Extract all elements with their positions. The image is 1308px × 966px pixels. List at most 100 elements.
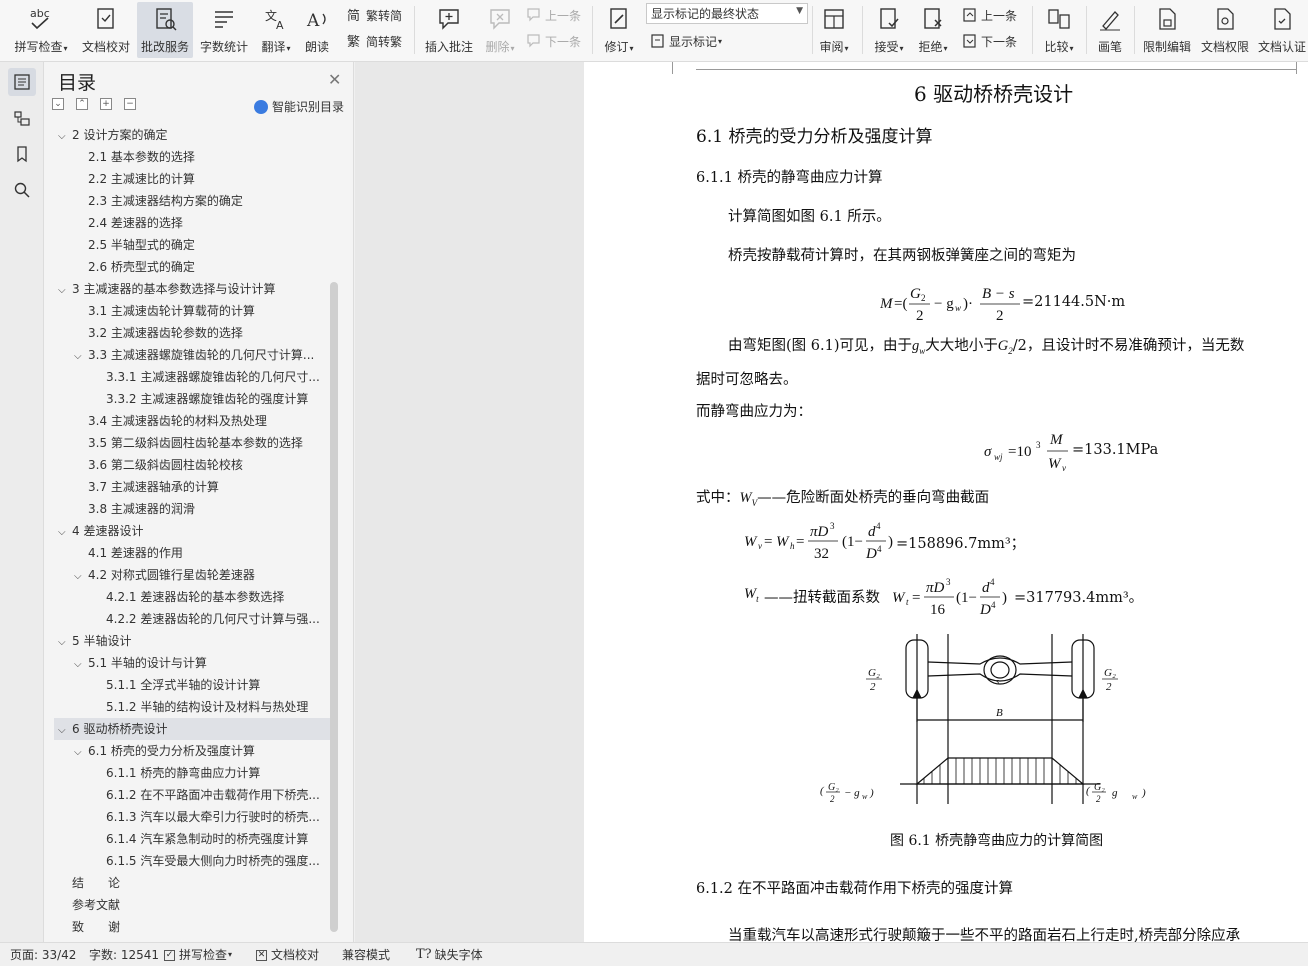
toc-item[interactable]: 2.3 主减速器结构方案的确定 — [74, 190, 330, 212]
svg-text:16: 16 — [930, 602, 946, 618]
track-changes-button[interactable]: 修订▾ — [598, 2, 640, 58]
review-service-button[interactable]: 批改服务 — [137, 2, 193, 58]
word-count-button[interactable]: 字数统计 — [198, 2, 250, 58]
toc-item[interactable]: 2.2 主减速比的计算 — [74, 168, 330, 190]
word-count-indicator[interactable]: 字数: 12541 — [89, 946, 159, 964]
svg-text:(1−: (1− — [956, 590, 977, 606]
toc-item-label: 3.3 主减速器螺旋锥齿轮的几何尺寸计算... — [88, 348, 315, 362]
chevron-down-icon[interactable]: ⌵ — [58, 632, 72, 652]
toc-item[interactable]: 3.4 主减速器齿轮的材料及热处理 — [74, 410, 330, 432]
toc-item[interactable]: 6.1.1 桥壳的静弯曲应力计算 — [92, 762, 330, 784]
toc-item[interactable]: 6.1.4 汽车紧急制动时的桥壳强度计算 — [92, 828, 330, 850]
toc-item[interactable]: ⌵ 4.2 对称式圆锥行星齿轮差速器 — [74, 564, 330, 586]
paragraph: 桥壳按静载荷计算时，在其两钢板弹簧座之间的弯矩为 — [728, 248, 1076, 264]
missing-font-button[interactable]: T? 缺失字体 — [416, 946, 483, 964]
chevron-down-icon[interactable]: ⌵ — [74, 654, 88, 674]
spell-check-button[interactable]: abc 拼写检查▾ — [10, 2, 72, 58]
expand-all-icon[interactable]: ⌃ — [76, 98, 88, 110]
search-icon[interactable] — [8, 176, 36, 204]
toc-item[interactable]: ⌵ 3 主减速器的基本参数选择与设计计算 — [58, 278, 330, 300]
remove-item-icon[interactable]: − — [124, 98, 136, 110]
chevron-down-icon[interactable]: ⌵ — [58, 280, 72, 300]
close-icon[interactable]: ✕ — [328, 70, 341, 89]
toc-item[interactable]: 6.1.5 汽车受最大侧向力时桥壳的强度... — [92, 850, 330, 872]
accept-button[interactable]: 接受▾ — [870, 2, 908, 58]
next-comment-button[interactable]: 下一条 — [526, 30, 581, 52]
toc-item[interactable]: ⌵ 2 设计方案的确定 — [58, 124, 330, 146]
add-item-icon[interactable]: + — [100, 98, 112, 110]
chevron-down-icon[interactable]: ⌵ — [58, 126, 72, 146]
chevron-down-icon[interactable]: ⌵ — [74, 742, 88, 762]
chevron-down-icon[interactable]: ⌵ — [74, 566, 88, 586]
toc-item[interactable]: 致 谢 — [58, 916, 330, 938]
smart-toc-button[interactable]: 智能识别目录 — [254, 98, 344, 115]
svg-text:πD: πD — [810, 524, 829, 540]
chevron-down-icon[interactable]: ⌵ — [58, 720, 72, 740]
translate-button[interactable]: 文A 翻译▾ — [256, 2, 296, 58]
prev-comment-button[interactable]: 上一条 — [526, 4, 581, 26]
review-button[interactable]: 审阅▾ — [816, 2, 852, 58]
toc-item[interactable]: 4.2.1 差速器齿轮的基本参数选择 — [92, 586, 330, 608]
toc-item[interactable]: 3.8 主减速器的润滑 — [74, 498, 330, 520]
collapse-all-icon[interactable]: ⌄ — [52, 98, 64, 110]
navigation-pane-icon[interactable] — [8, 104, 36, 132]
pen-button[interactable]: 画笔 — [1092, 2, 1128, 58]
ribbon-divider — [812, 6, 813, 54]
reject-button[interactable]: 拒绝▾ — [914, 2, 952, 58]
toc-item[interactable]: 3.6 第二级斜齿圆柱齿轮校核 — [74, 454, 330, 476]
toc-item[interactable]: ⌵ 6 驱动桥桥壳设计 — [58, 718, 330, 740]
toc-item[interactable]: ⌵ 6.1 桥壳的受力分析及强度计算 — [74, 740, 330, 762]
svg-text:B: B — [996, 707, 1003, 719]
doc-proof-button[interactable]: 文档校对 — [80, 2, 132, 58]
toc-item[interactable]: 结 论 — [58, 872, 330, 894]
toc-item-label: 4.2.2 差速器齿轮的几何尺寸计算与强... — [106, 612, 320, 626]
toc-scrollbar[interactable] — [330, 282, 338, 932]
chevron-down-icon[interactable]: ⌵ — [58, 522, 72, 542]
toc-item[interactable]: 4.1 差速器的作用 — [74, 542, 330, 564]
page-indicator[interactable]: 页面: 33/42 — [10, 946, 76, 964]
toc-item[interactable]: 3.3.2 主减速器螺旋锥齿轮的强度计算 — [92, 388, 330, 410]
simp-to-trad-button[interactable]: 繁 简转繁 — [347, 30, 402, 52]
trad-to-simp-button[interactable]: 简 繁转简 — [347, 4, 402, 26]
toc-item[interactable]: 2.4 差速器的选择 — [74, 212, 330, 234]
status-doc-proof[interactable]: ✕ 文档校对 — [256, 946, 319, 964]
toc-item[interactable]: 2.5 半轴型式的确定 — [74, 234, 330, 256]
doc-permission-button[interactable]: 文档权限 — [1198, 2, 1252, 58]
bookmark-icon[interactable] — [8, 140, 36, 168]
toc-item[interactable]: 3.2 主减速器齿轮参数的选择 — [74, 322, 330, 344]
toc-item[interactable]: ⌵ 5.1 半轴的设计与计算 — [74, 652, 330, 674]
restrict-edit-button[interactable]: 限制编辑 — [1140, 2, 1194, 58]
toc-item[interactable]: 3.1 主减速齿轮计算载荷的计算 — [74, 300, 330, 322]
status-spell-check[interactable]: ✓ 拼写检查 ▾ — [164, 946, 232, 964]
toc-item[interactable]: 6.1.2 在不平路面冲击载荷作用下桥壳... — [92, 784, 330, 806]
next-change-button[interactable]: 下一条 — [962, 30, 1017, 52]
toc-item[interactable]: ⌵ 3.3 主减速器螺旋锥齿轮的几何尺寸计算... — [74, 344, 330, 366]
toc-item[interactable]: ⌵ 5 半轴设计 — [58, 630, 330, 652]
toc-item-label: 6.1.2 在不平路面冲击载荷作用下桥壳... — [106, 788, 320, 802]
read-aloud-button[interactable]: A 朗读 — [300, 2, 334, 58]
doc-cert-button[interactable]: 文档认证 — [1256, 2, 1308, 58]
chevron-down-icon[interactable]: ⌵ — [74, 346, 88, 366]
equation-graphic: Wt = πD 3 16 (1− d4 D4 ) — [892, 577, 1007, 618]
paragraph: 式中：WV——危险断面处桥壳的垂向弯曲截面 — [696, 490, 990, 508]
toc-item[interactable]: 5.1.2 半轴的结构设计及材料与热处理 — [92, 696, 330, 718]
toc-item[interactable]: ⌵ 4 差速器设计 — [58, 520, 330, 542]
toc-item[interactable]: 2.1 基本参数的选择 — [74, 146, 330, 168]
toc-item[interactable]: 3.7 主减速器轴承的计算 — [74, 476, 330, 498]
toc-item[interactable]: 6.1.3 汽车以最大牵引力行驶时的桥壳... — [92, 806, 330, 828]
toc-item[interactable]: 2.6 桥壳型式的确定 — [74, 256, 330, 278]
toc-item[interactable]: 参考文献 — [58, 894, 330, 916]
delete-comment-button[interactable]: 删除▾ — [480, 2, 520, 58]
toc-item[interactable]: 3.5 第二级斜齿圆柱齿轮基本参数的选择 — [74, 432, 330, 454]
prev-change-button[interactable]: 上一条 — [962, 4, 1017, 26]
toc-item[interactable]: 4.2.2 差速器齿轮的几何尺寸计算与强... — [92, 608, 330, 630]
toc-item[interactable]: 5.1.1 全浮式半轴的设计计算 — [92, 674, 330, 696]
svg-text:4: 4 — [990, 577, 995, 587]
compare-button[interactable]: 比较▾ — [1040, 2, 1078, 58]
toc-icon[interactable] — [8, 68, 36, 96]
show-markup-button[interactable]: 显示标记 ▾ — [650, 30, 722, 52]
insert-comment-button[interactable]: 插入批注 — [422, 2, 476, 58]
toc-item[interactable]: 3.3.1 主减速器螺旋锥齿轮的几何尺寸... — [92, 366, 330, 388]
markup-state-select[interactable]: 显示标记的最终状态 ▼ — [646, 3, 808, 24]
equation-result: =317793.4mm³。 — [1014, 590, 1144, 606]
